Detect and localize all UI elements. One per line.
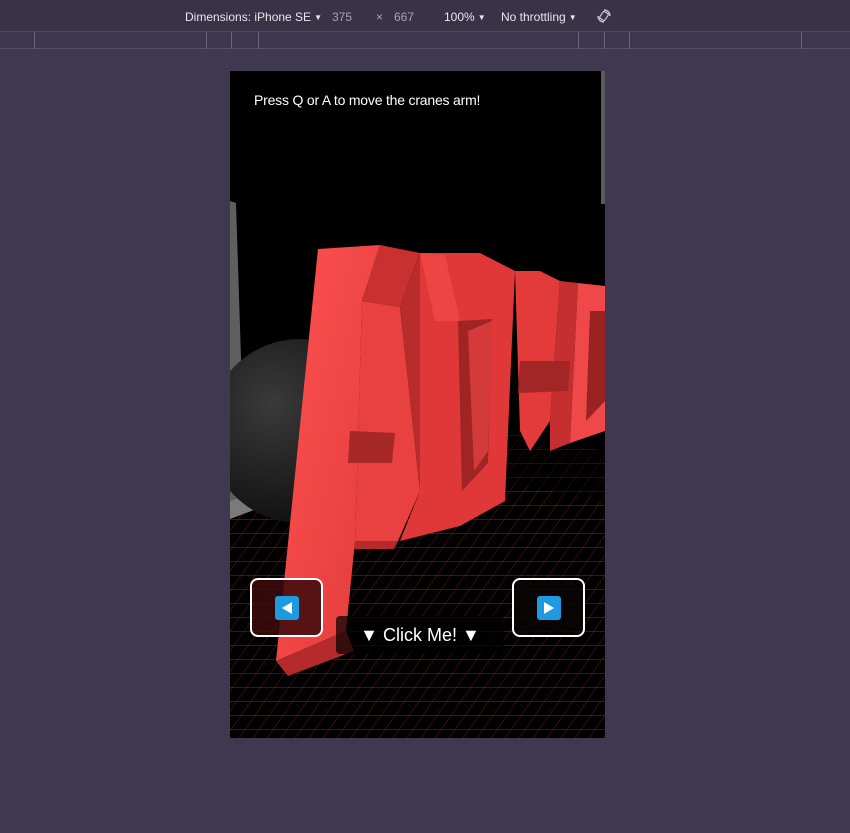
times-separator: ×: [376, 10, 384, 24]
throttling-dropdown[interactable]: No throttling ▼: [501, 10, 577, 24]
chevron-down-icon: ▼: [568, 13, 577, 22]
devtools-device-toolbar: Dimensions: iPhone SE ▼ 375 × 667 100% ▼ N…: [0, 0, 850, 32]
zoom-label: 100%: [444, 10, 475, 24]
play-left-icon: [274, 595, 299, 620]
click-me-button[interactable]: ▼ Click Me! ▼: [336, 616, 504, 654]
chevron-down-icon: ▼: [477, 13, 486, 22]
dimensions-dropdown[interactable]: Dimensions: iPhone SE ▼: [185, 10, 322, 24]
play-right-icon: [536, 595, 561, 620]
media-query-ruler: [0, 32, 850, 49]
zoom-dropdown[interactable]: 100% ▼: [444, 10, 486, 24]
dimensions-label: Dimensions: iPhone SE: [185, 10, 312, 24]
rotate-icon[interactable]: [596, 8, 612, 24]
chevron-down-icon: ▼: [314, 13, 322, 22]
throttling-label: No throttling: [501, 10, 566, 24]
width-input[interactable]: 375: [332, 10, 352, 24]
device-viewport: Press Q or A to move the cranes arm! ▼ C…: [230, 71, 605, 738]
height-input[interactable]: 667: [394, 10, 414, 24]
previous-button[interactable]: [250, 578, 323, 637]
instructions-text: Press Q or A to move the cranes arm!: [254, 92, 481, 108]
next-button[interactable]: [512, 578, 585, 637]
